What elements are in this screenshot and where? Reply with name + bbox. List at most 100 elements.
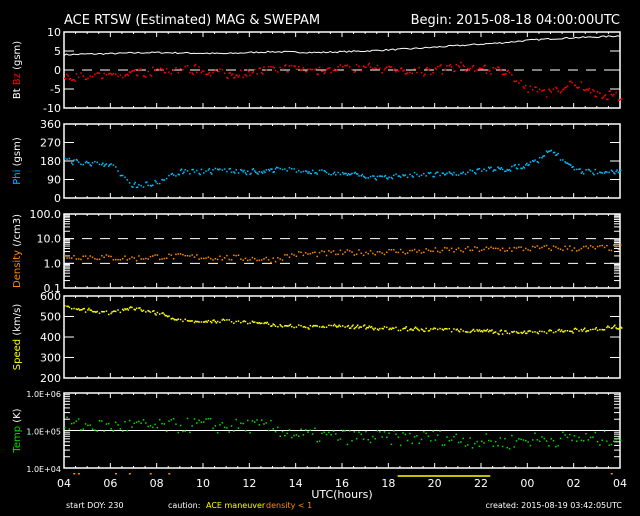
data-point [390,249,393,251]
data-point [580,247,583,250]
data-point [237,320,240,322]
data-point [300,171,302,173]
data-point [155,181,157,183]
data-point [223,319,226,321]
data-point [302,66,305,69]
data-point [576,87,579,89]
data-point [206,73,208,76]
data-point [535,86,537,88]
data-point [439,430,441,432]
data-point [501,168,504,171]
data-point [534,331,536,333]
data-point [142,186,145,188]
y-tick-label: 400 [40,331,61,344]
data-point [543,437,546,440]
data-point [345,65,347,67]
data-point [127,74,130,77]
x-tick-label: 08 [150,477,164,490]
data-point [105,423,108,425]
data-point [490,73,492,75]
data-point [325,326,328,328]
data-point [347,324,350,327]
data-point [574,84,577,86]
data-point [488,167,491,170]
data-point [77,76,80,79]
data-point [487,247,490,250]
data-point [552,245,555,247]
data-point [316,255,319,258]
data-point [277,256,279,259]
data-point [75,73,78,75]
y-axis-label-part: Temp [12,426,23,454]
data-point [453,328,455,330]
data-point [94,73,96,76]
data-point [618,99,621,101]
data-point [228,258,230,261]
data-point [527,91,529,93]
data-point [413,171,416,174]
data-point [550,249,552,252]
data-point [358,65,360,67]
data-point [251,420,254,422]
data-point [323,326,325,329]
data-point [615,245,617,248]
data-point [179,68,182,70]
data-point [89,255,91,257]
data-point [191,72,193,74]
data-point [191,254,193,256]
data-point [596,440,599,443]
density-flag-mark [610,473,613,475]
data-point [398,175,401,177]
data-point [380,175,382,177]
y-tick-label: 10 [47,26,61,39]
data-point [219,168,221,170]
data-point [84,423,87,425]
data-point [618,171,621,173]
data-point [94,160,96,163]
data-point [111,74,113,76]
data-point [132,69,134,72]
data-point [252,321,255,324]
data-point [342,325,344,327]
data-point [330,174,332,176]
data-point [443,444,446,446]
data-point [589,170,592,173]
data-point [606,326,608,329]
data-point [249,322,251,324]
data-point [555,246,557,248]
data-point [105,254,108,256]
data-point [109,72,111,74]
data-point [373,175,375,177]
data-point [355,437,358,440]
data-point [513,246,515,249]
data-point [297,66,300,68]
data-point [581,171,584,173]
data-point [91,76,94,78]
data-point [142,309,145,312]
data-point [423,75,425,77]
data-point [526,162,528,165]
data-point [602,329,604,331]
data-point [545,332,548,334]
data-point [270,66,272,68]
data-point [65,78,67,80]
data-point [532,160,535,163]
data-point [128,182,131,184]
data-point [200,168,203,171]
data-point [69,77,72,80]
data-point [203,421,205,423]
data-point [474,246,476,248]
data-point [97,72,99,74]
data-point [485,246,488,248]
data-point [96,310,98,313]
data-point [274,325,277,327]
data-point [172,174,175,176]
data-point [383,326,386,328]
data-point [455,248,458,251]
data-point [121,257,124,260]
data-point [558,328,560,331]
data-point [184,65,186,68]
data-point [548,247,550,250]
data-point [594,328,597,330]
data-point [138,183,140,186]
